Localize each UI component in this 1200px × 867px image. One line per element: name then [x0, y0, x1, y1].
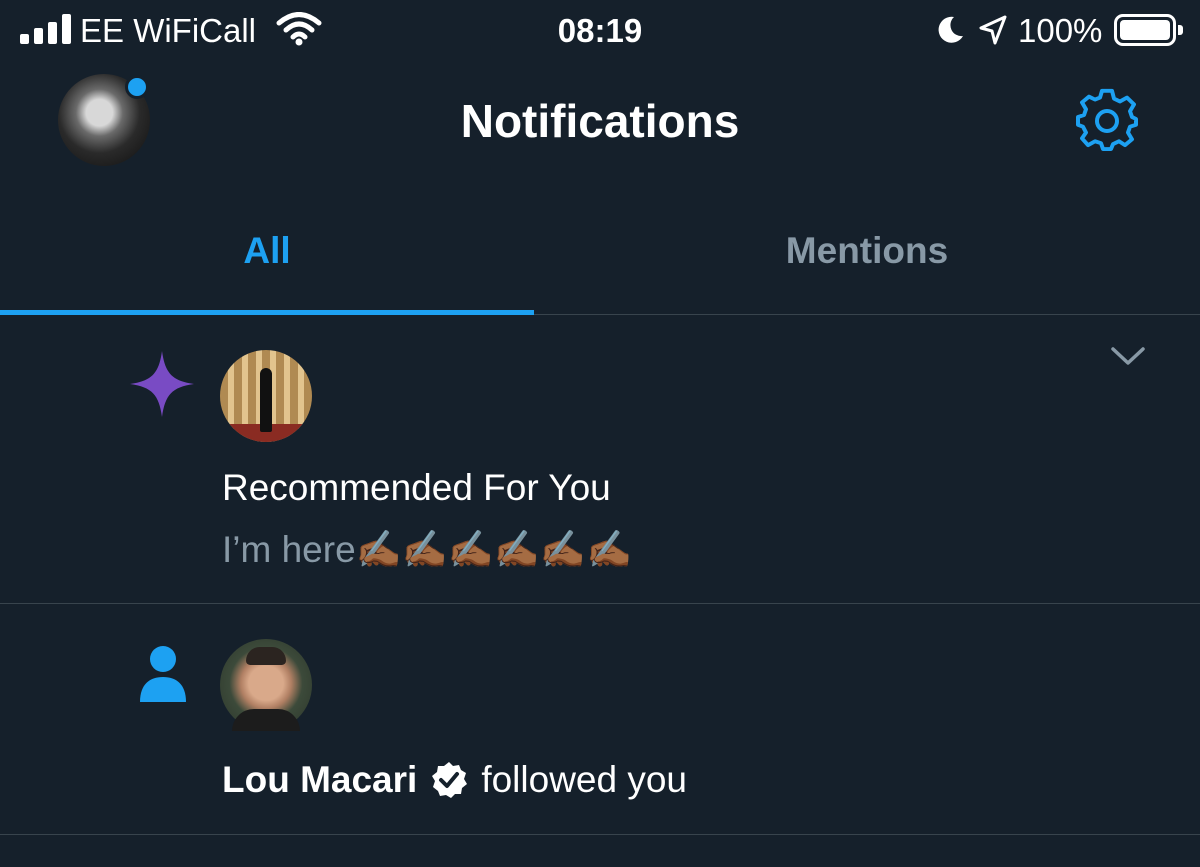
follower-name[interactable]: Lou Macari	[222, 759, 417, 801]
follow-text: Lou Macari followed you	[222, 759, 687, 801]
tab-bar: All Mentions	[0, 200, 1200, 315]
notification-title: Recommended For You	[222, 467, 611, 508]
tab-mentions[interactable]: Mentions	[600, 230, 1134, 272]
status-bar: EE WiFiCall 08:19 100%	[0, 0, 1200, 64]
follower-avatar[interactable]	[220, 639, 312, 731]
chevron-down-icon[interactable]	[1110, 345, 1146, 367]
tab-all[interactable]: All	[0, 230, 534, 272]
notifications-screen: EE WiFiCall 08:19 100% Notifications All…	[0, 0, 1200, 867]
battery-percentage: 100%	[1018, 12, 1103, 49]
person-icon	[140, 646, 186, 702]
header: Notifications	[0, 64, 1200, 184]
recommended-user-avatar[interactable]	[220, 350, 312, 442]
page-title: Notifications	[460, 95, 740, 147]
battery-icon	[1114, 14, 1183, 46]
notification-follow[interactable]: Lou Macari followed you	[0, 604, 1200, 835]
gear-icon[interactable]	[1074, 88, 1140, 154]
follow-action-text: followed you	[481, 759, 688, 800]
notification-recommended[interactable]: Recommended For You I’m here✍🏾✍🏾✍🏾✍🏾✍🏾✍🏾	[0, 315, 1200, 604]
sparkle-icon	[130, 351, 194, 417]
location-arrow-icon	[979, 15, 1007, 45]
verified-badge-icon	[432, 762, 468, 798]
notification-text: I’m here✍🏾✍🏾✍🏾✍🏾✍🏾✍🏾	[222, 529, 633, 570]
moon-icon	[938, 16, 963, 43]
